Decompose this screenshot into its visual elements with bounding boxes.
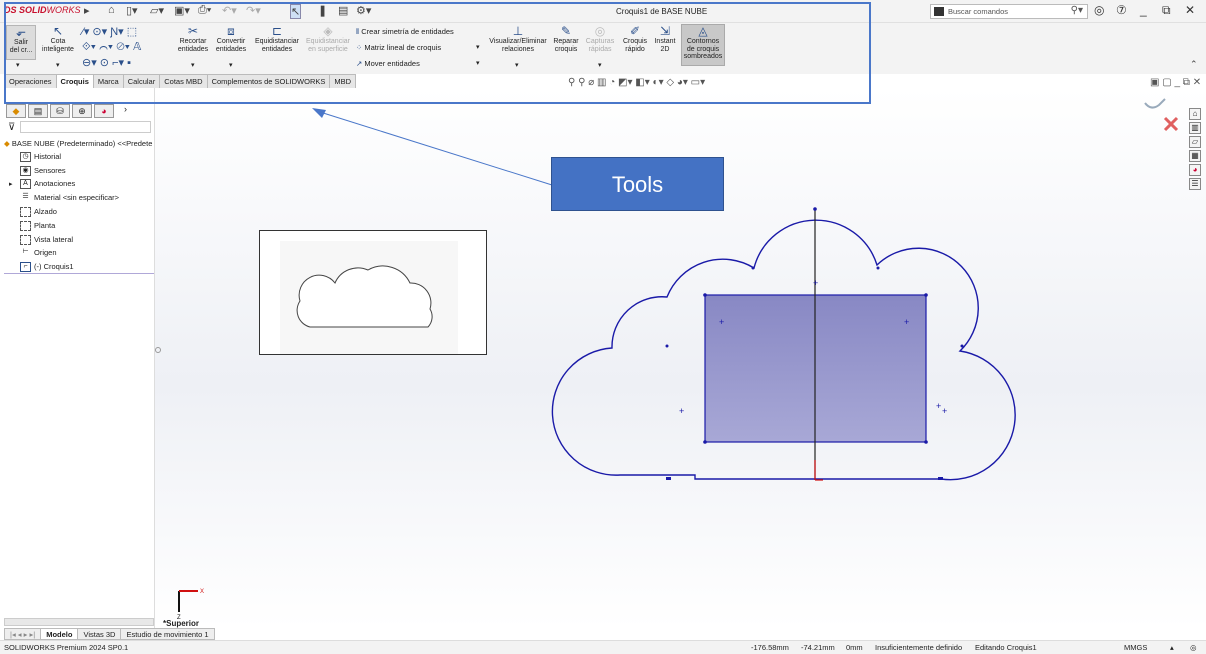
sketch-point[interactable] xyxy=(876,266,880,270)
close-icon[interactable]: ✕ xyxy=(1185,3,1195,17)
cursor-z: 0mm xyxy=(846,643,863,652)
annotations-icon: A xyxy=(20,179,31,190)
tree-divider xyxy=(4,273,154,274)
appearances-icon[interactable]: ◕ xyxy=(1189,164,1201,176)
sketch-point[interactable] xyxy=(924,440,928,444)
custom-properties-icon[interactable]: ☰ xyxy=(1189,178,1201,190)
design-library-icon[interactable]: ▱ xyxy=(1189,136,1201,148)
search-commands-input[interactable]: Buscar comandos ⚲▾ xyxy=(930,4,1088,19)
tools-callout: Tools xyxy=(551,157,724,211)
sketch-point[interactable] xyxy=(703,293,707,297)
callout-arrow xyxy=(312,108,553,186)
sketch-point[interactable] xyxy=(665,344,669,348)
filter-input[interactable] xyxy=(20,121,151,133)
tree-item-croquis1[interactable]: ⌐ (-) Croquis1 xyxy=(20,262,74,273)
task-pane-bar: ⌂ ▥ ▱ ▦ ◕ ☰ xyxy=(1189,108,1203,192)
search-icon[interactable]: ⚲▾ xyxy=(1071,5,1083,16)
tree-item-planta[interactable]: Planta xyxy=(20,221,55,232)
collapse-ribbon-icon[interactable]: ⌃ xyxy=(1190,59,1198,70)
tree-item-vista-lateral[interactable]: Vista lateral xyxy=(20,235,73,246)
arc-center-mark: + xyxy=(904,317,909,327)
sketch-endpoint[interactable] xyxy=(938,477,943,480)
cursor-x: -176.58mm xyxy=(751,643,789,652)
tree-item-origen[interactable]: ⊢ Origen xyxy=(20,248,56,258)
resources-icon[interactable]: ▥ xyxy=(1189,122,1201,134)
unit-dropdown-icon[interactable]: ▴ xyxy=(1170,643,1174,652)
dimxpert-tab-icon[interactable]: ⊕ xyxy=(72,104,92,118)
tree-item-sensores[interactable]: ◉ Sensores xyxy=(20,166,66,177)
arc-center-mark: + xyxy=(719,317,724,327)
property-manager-tab-icon[interactable]: ▤ xyxy=(28,104,48,118)
tools-highlight-box xyxy=(4,2,871,104)
bottom-tabs: |◂ ◂ ▸ ▸| Modelo Vistas 3D Estudio de mo… xyxy=(4,628,215,640)
status-bar: SOLIDWORKS Premium 2024 SP0.1 -176.58mm … xyxy=(0,640,1206,654)
sketch-status: Insuficientemente definido xyxy=(875,643,963,652)
sensor-icon: ◉ xyxy=(20,166,31,177)
panel-horizontal-scrollbar[interactable] xyxy=(4,618,154,626)
minimize-icon[interactable]: _ xyxy=(1140,3,1147,17)
feature-manager-tab-icon[interactable]: ◆ xyxy=(6,104,26,118)
sketch-point[interactable] xyxy=(813,207,817,211)
configuration-manager-tab-icon[interactable]: ⛁ xyxy=(50,104,70,118)
sketch-point[interactable] xyxy=(924,293,928,297)
tree-item-alzado[interactable]: Alzado xyxy=(20,207,57,218)
part-icon: ◆ xyxy=(4,139,10,148)
tab-modelo[interactable]: Modelo xyxy=(40,628,79,640)
display-manager-tab-icon[interactable]: ◕ xyxy=(94,104,114,118)
tree-root-part[interactable]: ◆ BASE NUBE (Predeterminado) <<Predete xyxy=(4,139,152,148)
origin-icon: ⊢ xyxy=(22,248,29,256)
arc-center-mark: + xyxy=(936,401,941,411)
tree-item-anotaciones[interactable]: A Anotaciones xyxy=(20,179,75,190)
tab-nav-arrows[interactable]: |◂ ◂ ▸ ▸| xyxy=(4,628,42,640)
unit-system[interactable]: MMGS xyxy=(1124,643,1147,652)
command-icon xyxy=(934,7,944,16)
tree-item-material[interactable]: ☰ Material <sin especificar> xyxy=(20,193,119,203)
view-orientation-label: *Superior xyxy=(163,619,200,628)
plane-icon xyxy=(20,235,31,246)
tab-estudio-movimiento[interactable]: Estudio de movimiento 1 xyxy=(120,628,215,640)
arc-center-mark: + xyxy=(679,406,684,416)
viewport-window-controls[interactable]: ▣ ▢ _ ⧉ ✕ xyxy=(1150,77,1201,88)
tree-item-historial[interactable]: ◷ Historial xyxy=(20,152,61,163)
file-explorer-icon[interactable]: ▦ xyxy=(1189,150,1201,162)
reference-cloud-image xyxy=(259,230,487,355)
arc-center-mark: + xyxy=(813,278,818,288)
home-icon[interactable]: ⌂ xyxy=(1189,108,1201,120)
search-placeholder: Buscar comandos xyxy=(948,7,1009,16)
help-icon[interactable]: ⑦ xyxy=(1116,3,1127,17)
reference-cloud-drawing xyxy=(280,241,458,354)
plane-icon xyxy=(20,207,31,218)
expand-annotations-icon[interactable]: ▸ xyxy=(9,180,13,188)
sketch-icon: ⌐ xyxy=(20,262,31,273)
cursor-y: -74.21mm xyxy=(801,643,835,652)
triad-x-label: X xyxy=(200,589,204,595)
filter-icon[interactable]: ⊽ xyxy=(8,122,15,133)
editing-status: Editando Croquis1 xyxy=(975,643,1037,652)
restore-icon[interactable]: ⧉ xyxy=(1162,3,1171,18)
sketch-point[interactable] xyxy=(960,344,964,348)
panel-expand-icon[interactable]: › xyxy=(124,104,127,118)
user-account-icon[interactable]: ◎ xyxy=(1094,3,1104,17)
arc-center-mark: + xyxy=(942,406,947,416)
product-version: SOLIDWORKS Premium 2024 SP0.1 xyxy=(4,643,129,652)
panel-tabs: ◆ ▤ ⛁ ⊕ ◕ › xyxy=(6,104,146,118)
plane-icon xyxy=(20,221,31,232)
status-settings-icon[interactable]: ◎ xyxy=(1190,643,1197,652)
sketch-endpoint[interactable] xyxy=(666,477,671,480)
sketch-point[interactable] xyxy=(703,440,707,444)
history-icon: ◷ xyxy=(20,152,31,163)
tab-vistas-3d[interactable]: Vistas 3D xyxy=(77,628,122,640)
sketch-point[interactable] xyxy=(751,266,755,270)
material-icon: ☰ xyxy=(22,193,29,201)
